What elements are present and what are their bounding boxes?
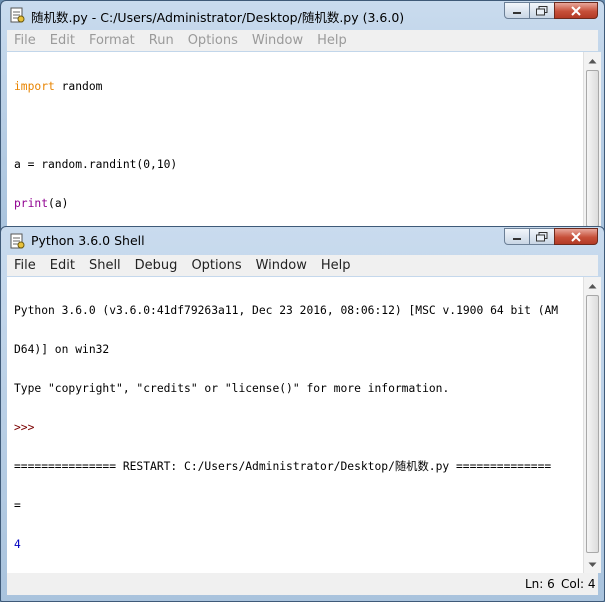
editor-titlebar[interactable]: 随机数.py - C:/Users/Administrator/Desktop/… [1, 1, 604, 29]
shell-scroll-thumb[interactable] [586, 295, 599, 553]
shell-menu-debug[interactable]: Debug [128, 258, 185, 273]
editor-scrollbar[interactable] [583, 52, 601, 230]
editor-title: 随机数.py - C:/Users/Administrator/Desktop/… [31, 10, 405, 25]
editor-caption-buttons [504, 2, 598, 19]
shell-titlebar[interactable]: Python 3.6.0 Shell [1, 227, 604, 255]
editor-scroll-thumb[interactable] [586, 70, 599, 227]
editor-menubar: File Edit Format Run Options Window Help [7, 30, 598, 51]
shell-banner-line: Python 3.6.0 (v3.6.0:41df79263a11, Dec 2… [14, 304, 559, 317]
minimize-icon [513, 11, 521, 14]
shell-restart-line: =============== RESTART: C:/Users/Admini… [14, 460, 552, 473]
editor-menu-file[interactable]: File [7, 33, 43, 48]
code-line: import random [7, 80, 583, 93]
shell-output: 4 [14, 538, 21, 551]
shell-menu-edit[interactable]: Edit [43, 258, 82, 273]
restore-icon [536, 231, 548, 241]
arrow-down-icon [588, 562, 597, 567]
code-text: (a) [48, 197, 69, 210]
shell-caption-buttons [504, 228, 598, 245]
code-line: a = random.randint(0,10) [14, 158, 178, 171]
editor-menu-edit[interactable]: Edit [43, 33, 82, 48]
minimize-icon [513, 237, 521, 240]
status-line: Ln: 6 [525, 577, 555, 591]
editor-menu-format[interactable]: Format [82, 33, 142, 48]
shell-statusbar: Ln: 6 Col: 4 [7, 573, 598, 595]
close-icon [571, 231, 581, 242]
shell-menubar: File Edit Shell Debug Options Window Hel… [7, 255, 598, 276]
scroll-up-arrow[interactable] [584, 277, 601, 294]
shell-menu-options[interactable]: Options [184, 258, 248, 273]
close-icon [571, 5, 581, 16]
shell-window: Python 3.6.0 Shell File Edit Shell Debug… [0, 226, 605, 602]
shell-prompt: >>> [14, 421, 35, 434]
editor-text-area[interactable]: import random a = random.randint(0,10) p… [7, 52, 583, 231]
shell-maximize-button[interactable] [529, 228, 555, 245]
shell-banner-line: Type "copyright", "credits" or "license(… [14, 382, 450, 395]
editor-menu-options[interactable]: Options [181, 33, 245, 48]
scroll-down-arrow[interactable] [584, 556, 601, 573]
editor-close-button[interactable] [554, 2, 598, 19]
editor-menu-help[interactable]: Help [310, 33, 354, 48]
editor-minimize-button[interactable] [504, 2, 530, 19]
code-builtin: print [14, 197, 49, 210]
shell-scrollbar[interactable] [583, 277, 601, 573]
idle-shell-icon [10, 233, 25, 249]
editor-maximize-button[interactable] [529, 2, 555, 19]
shell-text-area[interactable]: Python 3.6.0 (v3.6.0:41df79263a11, Dec 2… [7, 277, 583, 574]
arrow-up-icon [588, 283, 597, 288]
code-keyword: import [14, 80, 55, 93]
shell-minimize-button[interactable] [504, 228, 530, 245]
arrow-up-icon [588, 58, 597, 63]
shell-title: Python 3.6.0 Shell [31, 233, 145, 248]
shell-menu-file[interactable]: File [7, 258, 43, 273]
shell-banner-line: D64)] on win32 [14, 343, 110, 356]
shell-menu-help[interactable]: Help [314, 258, 358, 273]
editor-menu-run[interactable]: Run [142, 33, 181, 48]
shell-restart-wrap: = [14, 499, 21, 512]
shell-menu-shell[interactable]: Shell [82, 258, 128, 273]
status-col: Col: 4 [561, 577, 596, 591]
editor-menu-window[interactable]: Window [245, 33, 310, 48]
shell-close-button[interactable] [554, 228, 598, 245]
editor-window: 随机数.py - C:/Users/Administrator/Desktop/… [0, 0, 605, 232]
scroll-up-arrow[interactable] [584, 52, 601, 69]
code-line: print(a) [7, 197, 583, 210]
idle-editor-icon [10, 7, 25, 23]
restore-icon [536, 5, 548, 15]
code-text: random [54, 80, 103, 93]
shell-menu-window[interactable]: Window [249, 258, 314, 273]
